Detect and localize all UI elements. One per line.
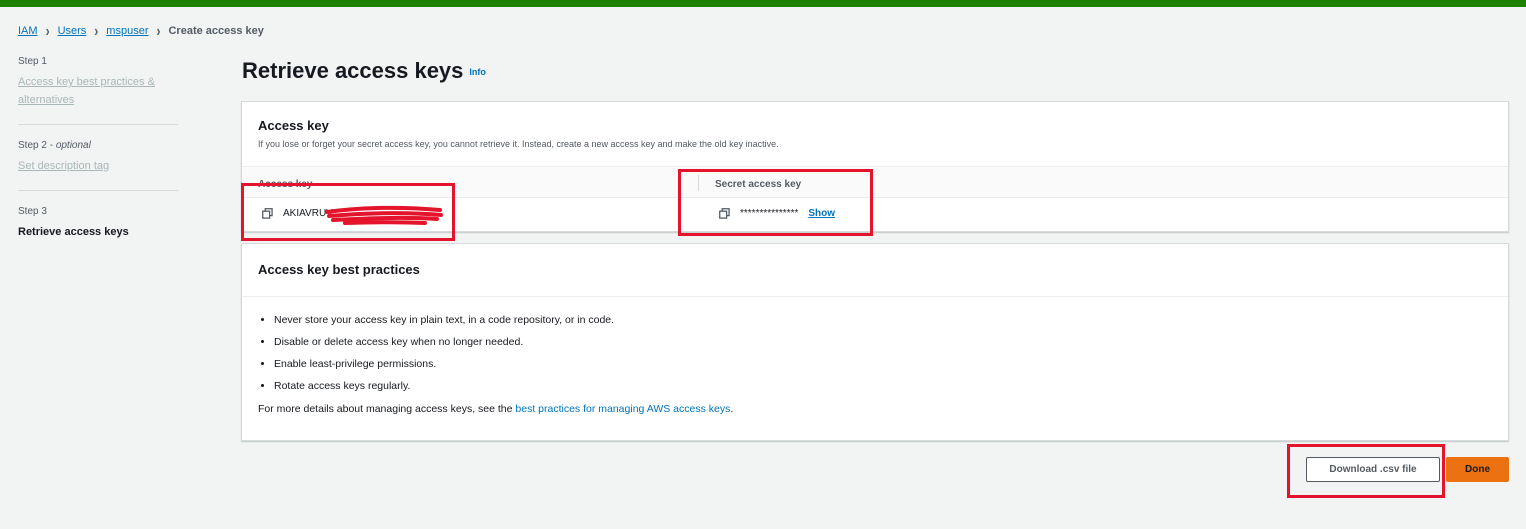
page-title: Retrieve access keys Info bbox=[242, 58, 486, 83]
panel-title: Access key best practices bbox=[258, 262, 420, 277]
chevron-right-icon: › bbox=[45, 21, 50, 41]
done-button[interactable]: Done bbox=[1446, 457, 1509, 482]
chevron-right-icon: › bbox=[156, 21, 161, 41]
list-item: Never store your access key in plain tex… bbox=[274, 313, 1492, 327]
chevron-right-icon: › bbox=[94, 21, 99, 41]
breadcrumb-iam[interactable]: IAM bbox=[18, 25, 38, 37]
optional-label: optional bbox=[55, 140, 91, 151]
step-3: Step 3 Retrieve access keys bbox=[18, 206, 178, 256]
list-item: Enable least-privilege permissions. bbox=[274, 357, 1492, 371]
breadcrumb-users[interactable]: Users bbox=[58, 25, 87, 37]
best-practices-link[interactable]: best practices for managing AWS access k… bbox=[515, 403, 730, 415]
header-bar bbox=[0, 0, 1526, 7]
step-3-current: Retrieve access keys bbox=[18, 226, 129, 238]
step-number: Step 1 bbox=[18, 56, 47, 67]
breadcrumb: IAM › Users › mspuser › Create access ke… bbox=[18, 21, 264, 41]
highlight-box-download bbox=[1287, 444, 1445, 498]
more-details-text: For more details about managing access k… bbox=[258, 403, 734, 415]
step-number: Step 3 bbox=[18, 206, 47, 217]
step-1: Step 1 Access key best practices & alter… bbox=[18, 56, 178, 125]
step-number: Step 2 - optional bbox=[18, 140, 91, 151]
wizard-steps: Step 1 Access key best practices & alter… bbox=[18, 56, 178, 271]
highlight-box-secret-key bbox=[678, 169, 873, 236]
info-link[interactable]: Info bbox=[469, 67, 486, 77]
highlight-box-access-key bbox=[241, 183, 455, 241]
best-practices-list: Never store your access key in plain tex… bbox=[242, 297, 1508, 393]
step-1-link[interactable]: Access key best practices & alternatives bbox=[18, 73, 178, 109]
panel-description: If you lose or forget your secret access… bbox=[258, 139, 779, 149]
list-item: Disable or delete access key when no lon… bbox=[274, 335, 1492, 349]
step-2-link[interactable]: Set description tag bbox=[18, 157, 178, 175]
best-practices-panel: Access key best practices Never store yo… bbox=[241, 243, 1509, 441]
breadcrumb-user[interactable]: mspuser bbox=[106, 25, 148, 37]
step-2: Step 2 - optional Set description tag bbox=[18, 140, 178, 191]
breadcrumb-current: Create access key bbox=[168, 25, 264, 37]
list-item: Rotate access keys regularly. bbox=[274, 379, 1492, 393]
panel-title: Access key bbox=[258, 118, 329, 133]
